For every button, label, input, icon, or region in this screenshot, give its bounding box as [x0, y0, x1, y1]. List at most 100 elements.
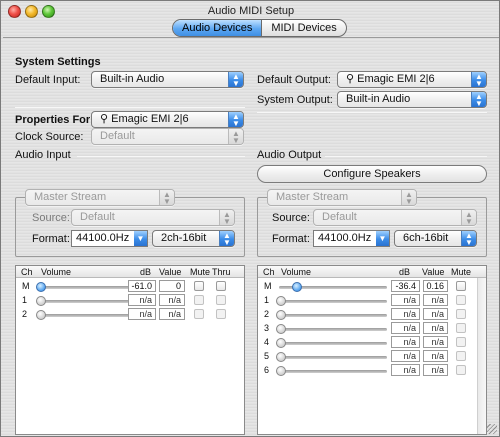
output-table-header: Ch Volume dB Value Mute: [258, 266, 486, 278]
output-col-ch: Ch: [263, 267, 275, 277]
popup-arrows-icon: ▲ ▼: [228, 72, 243, 87]
output-mute-checkbox[interactable]: [456, 295, 466, 305]
output-volume-slider-track[interactable]: [279, 370, 387, 373]
output-value-field: n/a: [423, 294, 448, 306]
audio-midi-setup-window: Audio MIDI Setup Audio Devices MIDI Devi…: [0, 0, 500, 437]
output-volume-slider-track[interactable]: [279, 314, 387, 317]
output-value-field: n/a: [423, 322, 448, 334]
output-volume-slider-knob[interactable]: [292, 282, 303, 292]
input-col-db: dB: [140, 267, 152, 277]
output-mute-checkbox[interactable]: [456, 309, 466, 319]
output-channel-id: 2: [264, 309, 270, 319]
input-col-thru: Thru: [212, 267, 231, 277]
output-volume-slider-knob[interactable]: [276, 324, 286, 334]
input-channel-row: 1 n/a n/a: [16, 294, 244, 308]
output-channel-id: 3: [264, 323, 270, 333]
output-db-field[interactable]: -36.4: [391, 280, 420, 292]
output-stream-value: Master Stream: [276, 191, 349, 203]
default-output-value: Emagic EMI 2|6: [357, 73, 435, 85]
divider-right: [257, 112, 487, 113]
output-source-value: Default: [322, 211, 357, 223]
system-output-popup[interactable]: Built-in Audio ▲ ▼: [337, 91, 487, 108]
input-channel-id: M: [22, 281, 30, 291]
output-mute-checkbox[interactable]: [456, 365, 466, 375]
popup-arrows-icon: ▲ ▼: [461, 231, 476, 246]
output-mute-checkbox[interactable]: [456, 337, 466, 347]
input-mute-checkbox[interactable]: [194, 295, 204, 305]
output-volume-slider-knob[interactable]: [276, 296, 286, 306]
output-channel-row: M -36.4 0.16: [258, 280, 486, 294]
default-input-value: Built-in Audio: [100, 73, 165, 85]
input-volume-slider-knob[interactable]: [36, 310, 46, 320]
output-channel-row: 5 n/a n/a: [258, 350, 486, 364]
default-input-popup[interactable]: Built-in Audio ▲ ▼: [91, 71, 244, 88]
input-volume-slider-track[interactable]: [39, 286, 129, 289]
popup-arrows-icon: ▲ ▼: [219, 231, 234, 246]
input-mute-checkbox[interactable]: [194, 281, 204, 291]
output-mute-checkbox[interactable]: [456, 281, 466, 291]
input-stream-popup[interactable]: Master Stream ▲ ▼: [25, 189, 175, 206]
popup-arrows-icon: ▲ ▼: [401, 190, 416, 205]
output-channel-row: 3 n/a n/a: [258, 322, 486, 336]
popup-arrows-icon: ▲ ▼: [219, 210, 234, 225]
popup-arrows-icon: ▲ ▼: [471, 72, 486, 87]
input-format-bits-popup[interactable]: 2ch-16bit ▲ ▼: [152, 230, 235, 247]
input-value-field: n/a: [159, 294, 185, 306]
configure-speakers-button[interactable]: Configure Speakers: [257, 165, 487, 183]
output-db-field: n/a: [391, 308, 420, 320]
input-source-value: Default: [80, 211, 115, 223]
input-mute-checkbox[interactable]: [194, 309, 204, 319]
output-volume-slider-track[interactable]: [279, 300, 387, 303]
output-mute-checkbox[interactable]: [456, 351, 466, 361]
tab-midi-devices[interactable]: MIDI Devices: [262, 20, 345, 36]
input-db-field[interactable]: -61.0: [128, 280, 156, 292]
input-col-value: Value: [159, 267, 182, 277]
input-channel-id: 1: [22, 295, 28, 305]
properties-for-popup[interactable]: ⚲ Emagic EMI 2|6 ▲ ▼: [91, 111, 244, 128]
input-volume-slider-track[interactable]: [39, 314, 129, 317]
input-channel-row: 2 n/a n/a: [16, 308, 244, 322]
input-stream-group: [15, 197, 245, 257]
output-value-field: n/a: [423, 364, 448, 376]
clock-source-popup[interactable]: Default ▲ ▼: [91, 128, 244, 145]
chevron-down-icon: ▼: [134, 231, 147, 246]
input-stream-value: Master Stream: [34, 191, 107, 203]
output-volume-slider-knob[interactable]: [276, 310, 286, 320]
output-volume-slider-track[interactable]: [279, 328, 387, 331]
output-db-field: n/a: [391, 350, 420, 362]
audio-input-rule: [77, 156, 245, 157]
input-volume-slider-track[interactable]: [39, 300, 129, 303]
output-table-scrollbar[interactable]: [477, 278, 486, 434]
resize-grip-icon[interactable]: [487, 424, 497, 434]
device-tabs: Audio Devices MIDI Devices: [172, 19, 347, 37]
input-db-field: n/a: [128, 294, 156, 306]
output-mute-checkbox[interactable]: [456, 323, 466, 333]
input-value-field[interactable]: 0: [159, 280, 185, 292]
input-thru-checkbox[interactable]: [216, 281, 226, 291]
output-source-popup[interactable]: Default ▲ ▼: [313, 209, 477, 226]
input-thru-checkbox[interactable]: [216, 309, 226, 319]
input-thru-checkbox[interactable]: [216, 295, 226, 305]
output-volume-slider-track[interactable]: [279, 342, 387, 345]
output-format-rate-combo[interactable]: 44100.0Hz ▼: [313, 230, 390, 247]
tab-audio-devices[interactable]: Audio Devices: [173, 20, 263, 36]
output-value-field[interactable]: 0.16: [423, 280, 448, 292]
output-volume-slider-knob[interactable]: [276, 366, 286, 376]
input-volume-slider-knob[interactable]: [36, 282, 46, 292]
output-format-bits-popup[interactable]: 6ch-16bit ▲ ▼: [394, 230, 477, 247]
output-volume-slider-knob[interactable]: [276, 352, 286, 362]
output-volume-slider-knob[interactable]: [276, 338, 286, 348]
default-output-popup[interactable]: ⚲ Emagic EMI 2|6 ▲ ▼: [337, 71, 487, 88]
system-settings-heading: System Settings: [15, 56, 101, 68]
usb-icon: ⚲: [346, 73, 355, 85]
input-volume-slider-knob[interactable]: [36, 296, 46, 306]
output-col-value: Value: [422, 267, 445, 277]
input-format-bits-value: 2ch-16bit: [161, 232, 207, 244]
input-value-field: n/a: [159, 308, 185, 320]
input-source-label: Source:: [32, 212, 70, 224]
input-format-rate-combo[interactable]: 44100.0Hz ▼: [71, 230, 148, 247]
output-stream-popup[interactable]: Master Stream ▲ ▼: [267, 189, 417, 206]
output-volume-slider-track[interactable]: [279, 356, 387, 359]
input-source-popup[interactable]: Default ▲ ▼: [71, 209, 235, 226]
properties-for-value: Emagic EMI 2|6: [111, 113, 189, 125]
